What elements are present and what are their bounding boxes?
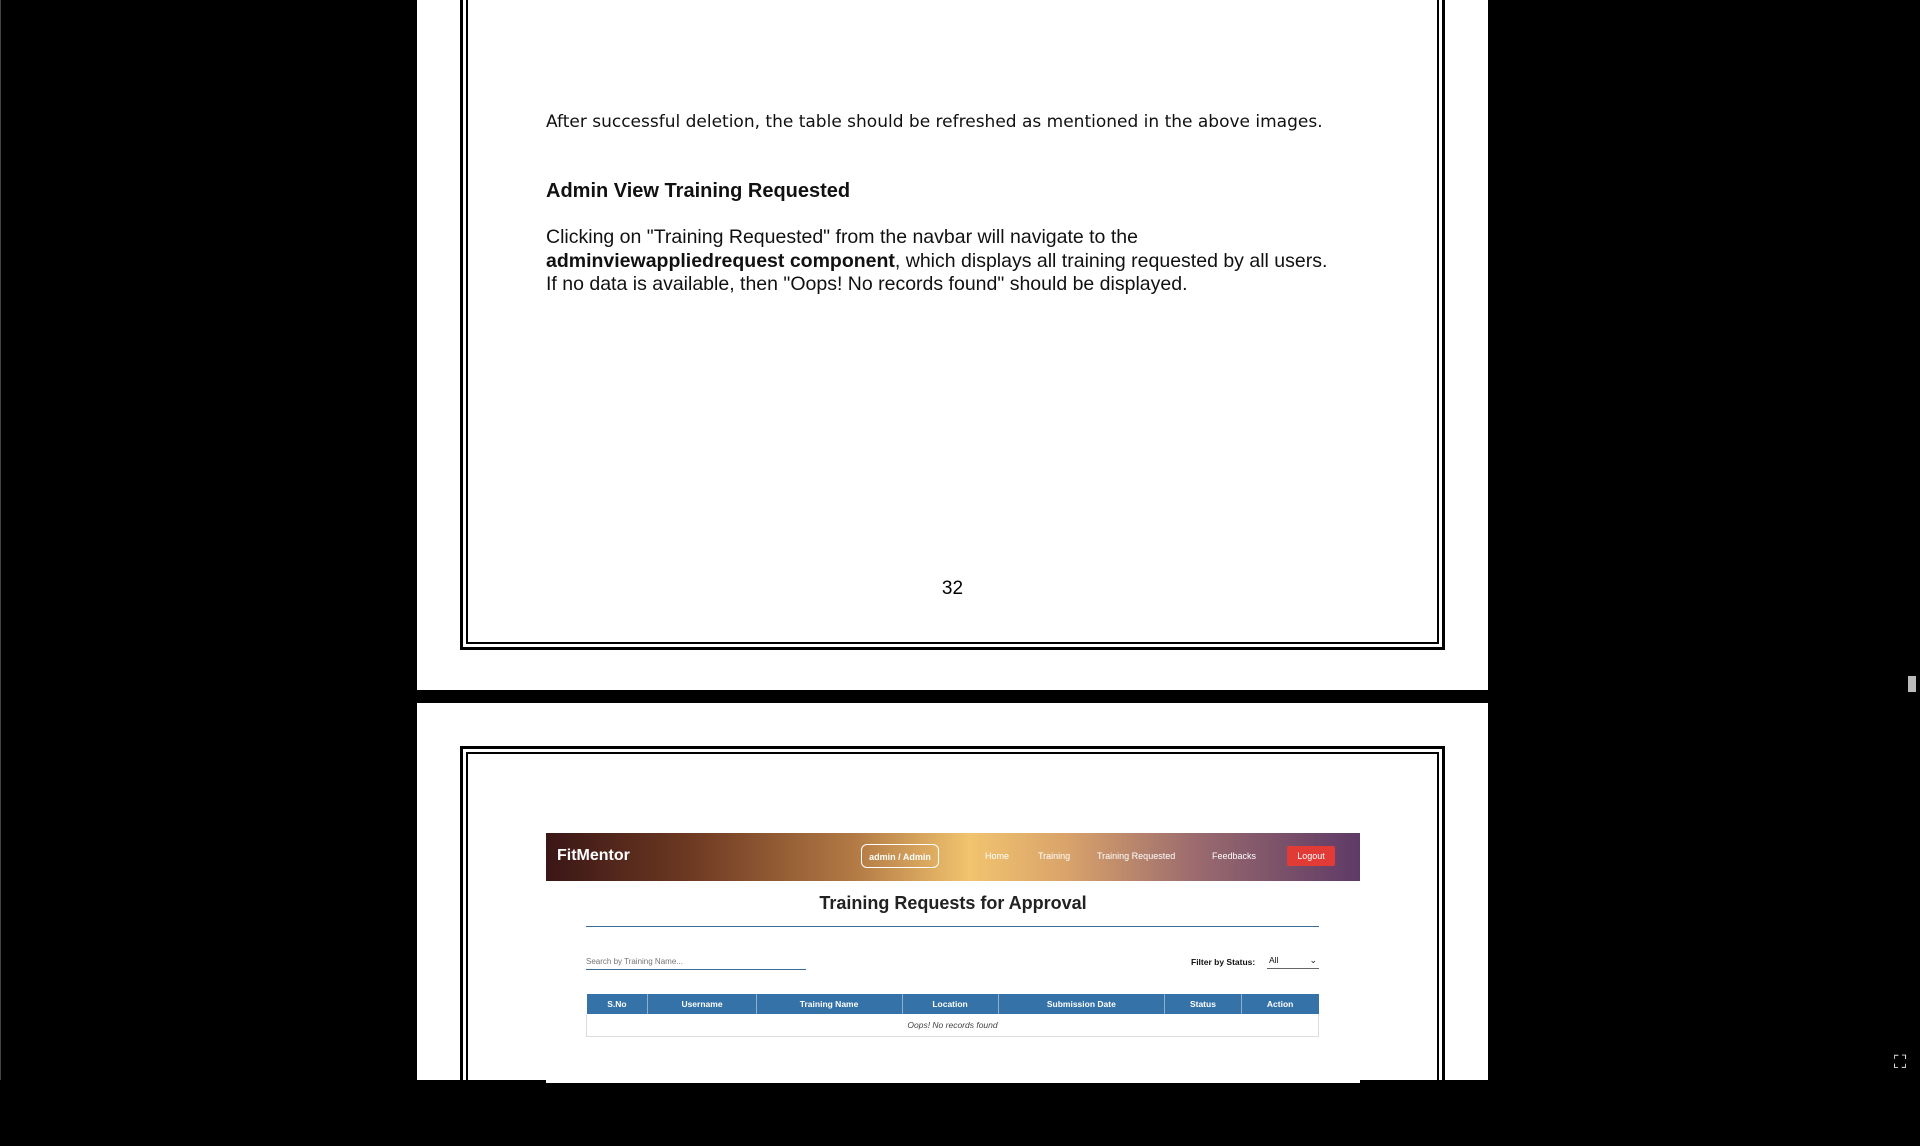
col-training-name: Training Name [756, 994, 903, 1014]
para-line-2: , which displays all training requested … [894, 249, 1328, 272]
nav-home[interactable]: Home [985, 851, 1009, 861]
requests-table: S.No Username Training Name Location Sub… [586, 994, 1319, 1037]
navbar: FitMentor admin / Admin Home Training Tr… [546, 833, 1360, 881]
empty-message: Oops! No records found [586, 1014, 1319, 1037]
col-sno: S.No [586, 994, 649, 1014]
refresh-note: After successful deletion, the table sho… [546, 112, 1323, 132]
logout-button[interactable]: Logout [1287, 846, 1335, 866]
search-input[interactable] [586, 953, 806, 970]
page-number: 32 [941, 578, 964, 599]
section-heading: Admin View Training Requested [546, 180, 851, 202]
para-line-1: Clicking on "Training Requested" from th… [546, 226, 1138, 248]
brand-logo: FitMentor [557, 847, 630, 864]
title-divider [586, 926, 1319, 927]
para-line-3: If no data is available, then "Oops! No … [546, 273, 1188, 295]
vertical-scrollbar[interactable] [1904, 0, 1920, 1080]
table-header-row: S.No Username Training Name Location Sub… [586, 994, 1319, 1014]
chevron-down-icon: ⌄ [1309, 955, 1317, 965]
app-screenshot: FitMentor admin / Admin Home Training Tr… [546, 833, 1360, 1083]
search-field[interactable] [586, 951, 806, 970]
col-status: Status [1164, 994, 1242, 1014]
page-title: Training Requests for Approval [819, 893, 1087, 913]
empty-row: Oops! No records found [586, 1014, 1319, 1037]
scrollbar-thumb[interactable] [1908, 676, 1916, 692]
exit-fullscreen-icon[interactable]: ⛶ [1888, 1050, 1912, 1074]
nav-training[interactable]: Training [1038, 851, 1070, 861]
nav-training-requested[interactable]: Training Requested [1097, 851, 1175, 861]
col-submission-date: Submission Date [998, 994, 1166, 1014]
page-border [460, 0, 1445, 650]
pdf-page: FitMentor admin / Admin Home Training Tr… [417, 703, 1488, 1146]
section-paragraph: Clicking on "Training Requested" from th… [546, 226, 1376, 297]
col-location: Location [902, 994, 999, 1014]
filter-value: All [1269, 955, 1279, 965]
component-name: adminviewappliedrequest component [546, 249, 895, 272]
role-badge: admin / Admin [861, 844, 939, 868]
pdf-viewer: After successful deletion, the table sho… [0, 0, 1920, 1146]
col-username: Username [647, 994, 757, 1014]
filter-label: Filter by Status: [1191, 957, 1256, 967]
col-action: Action [1241, 994, 1319, 1014]
status-filter-select[interactable]: All ⌄ [1267, 951, 1319, 969]
nav-feedbacks[interactable]: Feedbacks [1212, 851, 1256, 861]
pdf-page: After successful deletion, the table sho… [417, 0, 1488, 690]
